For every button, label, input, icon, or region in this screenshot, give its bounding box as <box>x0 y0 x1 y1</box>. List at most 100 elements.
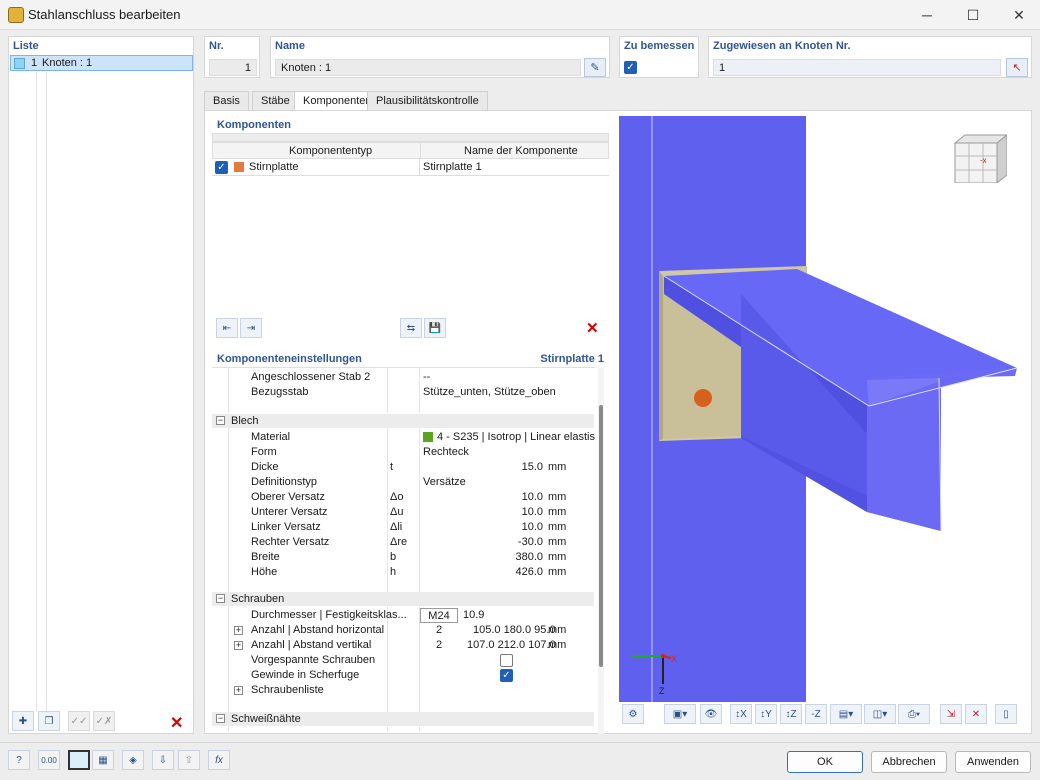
tab-basis[interactable]: Basis <box>204 91 249 110</box>
property-row[interactable]: Bezugsstab Stütze_unten, Stütze_oben <box>212 385 594 400</box>
save-icon[interactable]: 💾 <box>424 318 446 338</box>
property-row[interactable]: Dicke t 15.0 mm <box>212 460 594 475</box>
tab-plausibilitaetskontrolle[interactable]: Plausibilitätskontrolle <box>367 91 488 110</box>
zugewiesen-label: Zugewiesen an Knoten Nr. <box>713 40 851 52</box>
prop-value: -30.0 <box>517 536 543 548</box>
expand-icon[interactable]: + <box>234 686 243 695</box>
group-title: Schrauben <box>231 593 285 605</box>
preloaded-checkbox[interactable] <box>500 654 513 667</box>
view-icon[interactable]: ◈ <box>122 750 144 770</box>
group-schweissnaehte[interactable]: − Schweißnähte <box>212 712 594 726</box>
unit: mm <box>548 624 567 636</box>
scrollbar-thumb[interactable] <box>599 405 603 667</box>
view-minus-z-icon[interactable]: -Z <box>805 704 827 724</box>
help-icon[interactable]: ? <box>8 750 30 770</box>
select-node-icon[interactable]: ↖ <box>1006 58 1028 77</box>
liste-item[interactable]: 1 Knoten : 1 <box>10 55 193 71</box>
view-settings-icon[interactable]: ⚙ <box>622 704 644 724</box>
check-all-icon[interactable]: ✓✓ <box>68 711 90 731</box>
table-icon[interactable]: ▦ <box>92 750 114 770</box>
insert-after-icon[interactable]: ⇥ <box>240 318 262 338</box>
navigation-cube[interactable]: -x <box>953 133 1009 185</box>
unit: mm <box>548 506 567 518</box>
units-icon[interactable]: 0.00 <box>38 750 60 770</box>
panel-toggle-icon[interactable]: ▯ <box>995 704 1017 724</box>
visibility-icon[interactable]: 👁 <box>700 704 722 724</box>
import-icon[interactable]: ⇩ <box>152 750 174 770</box>
export-data-icon[interactable]: ⇧ <box>178 750 200 770</box>
property-row[interactable]: Höhe h 426.0 mm <box>212 565 594 580</box>
collapse-icon[interactable]: − <box>216 594 225 603</box>
print-icon[interactable]: ⎙▾ <box>898 704 930 724</box>
3d-model-render <box>619 116 1018 702</box>
property-row[interactable]: Definitionstyp Versätze <box>212 475 594 490</box>
tab-staebe[interactable]: Stäbe <box>252 91 299 110</box>
app-icon <box>8 7 24 23</box>
insert-before-icon[interactable]: ⇤ <box>216 318 238 338</box>
property-row[interactable]: Angeschlossener Stab 2 -- <box>212 370 594 385</box>
property-row[interactable]: Durchmesser | Festigkeitsklas... M24 10.… <box>212 608 594 623</box>
3d-view[interactable]: -x X Z <box>619 116 1023 702</box>
property-row[interactable]: Material 4 - S235 | Isotrop | Linear ela… <box>212 430 595 445</box>
view-minus-y-icon[interactable]: ↕Y <box>755 704 777 724</box>
property-row[interactable]: Breite b 380.0 mm <box>212 550 594 565</box>
zu-bemessen-checkbox[interactable]: ✓ <box>624 61 637 74</box>
prop-value: -- <box>423 371 431 383</box>
render-mode-icon[interactable]: ▤▾ <box>830 704 862 724</box>
collapse-icon[interactable]: − <box>216 714 225 723</box>
expand-icon[interactable]: + <box>234 641 243 650</box>
thread-checkbox[interactable]: ✓ <box>500 669 513 682</box>
axis-x-label: X <box>671 654 678 664</box>
minimize-button[interactable]: ─ <box>904 0 950 30</box>
name-field[interactable]: Knoten : 1 <box>275 59 581 76</box>
prop-symbol: Δli <box>390 521 403 533</box>
nr-field[interactable]: 1 <box>209 59 257 76</box>
row-checkbox[interactable]: ✓ <box>215 161 228 174</box>
group-schrauben[interactable]: − Schrauben <box>212 592 594 606</box>
iso-view-icon[interactable]: ◫▾ <box>864 704 896 724</box>
uncheck-all-icon[interactable]: ✓✗ <box>93 711 115 731</box>
property-row[interactable]: Unterer Versatz Δu 10.0 mm <box>212 505 594 520</box>
collapse-icon[interactable]: − <box>216 416 225 425</box>
property-row[interactable]: Form Rechteck <box>212 445 594 460</box>
property-row[interactable]: + Anzahl | Abstand vertikal 2 107.0 212.… <box>212 638 594 653</box>
table-row[interactable]: ✓ Stirnplatte Stirnplatte 1 <box>212 159 609 176</box>
zu-bemessen-box: Zu bemessen ✓ <box>619 36 699 78</box>
nr-label: Nr. <box>209 40 224 52</box>
delete-item-icon[interactable]: ✕ <box>170 713 183 733</box>
settings-current: Stirnplatte 1 <box>540 353 604 365</box>
footer-divider <box>0 742 1040 743</box>
new-item-icon[interactable]: ✚ <box>12 711 34 731</box>
transfer-icon[interactable]: ⇆ <box>400 318 422 338</box>
property-row[interactable]: + Schraubenliste <box>212 683 594 698</box>
maximize-button[interactable]: ☐ <box>950 0 996 30</box>
reset-view-icon[interactable]: ✕ <box>965 704 987 724</box>
unit: mm <box>548 551 567 563</box>
export-icon[interactable]: ⇲ <box>940 704 962 724</box>
apply-button[interactable]: Anwenden <box>955 751 1031 773</box>
color-icon[interactable] <box>68 750 90 770</box>
property-row[interactable]: Rechter Versatz Δre -30.0 mm <box>212 535 594 550</box>
view-z-icon[interactable]: ↕Z <box>780 704 802 724</box>
prop-label: Linker Versatz <box>251 521 321 533</box>
scrollbar-track[interactable] <box>598 367 604 734</box>
property-row[interactable]: Vorgespannte Schrauben <box>212 653 594 668</box>
formula-icon[interactable]: fx <box>208 750 230 770</box>
view-x-icon[interactable]: ↕X <box>730 704 752 724</box>
property-row[interactable]: Oberer Versatz Δo 10.0 mm <box>212 490 594 505</box>
property-row[interactable]: + Anzahl | Abstand horizontal 2 105.0 18… <box>212 623 594 638</box>
ok-button[interactable]: OK <box>787 751 863 773</box>
display-options-icon[interactable]: ▣▾ <box>664 704 696 724</box>
cancel-button[interactable]: Abbrechen <box>871 751 947 773</box>
bolt-size-field[interactable]: M24 <box>420 608 458 623</box>
property-row[interactable]: Gewinde in Scherfuge ✓ <box>212 668 594 683</box>
zugewiesen-field[interactable]: 1 <box>713 59 1001 76</box>
property-row[interactable]: Linker Versatz Δli 10.0 mm <box>212 520 594 535</box>
copy-item-icon[interactable]: ❐ <box>38 711 60 731</box>
col-divider <box>420 142 421 159</box>
delete-component-icon[interactable]: ✕ <box>586 319 599 337</box>
edit-name-icon[interactable]: ✎ <box>584 58 606 77</box>
group-blech[interactable]: − Blech <box>212 414 594 428</box>
expand-icon[interactable]: + <box>234 626 243 635</box>
close-window-button[interactable]: ✕ <box>996 0 1040 30</box>
